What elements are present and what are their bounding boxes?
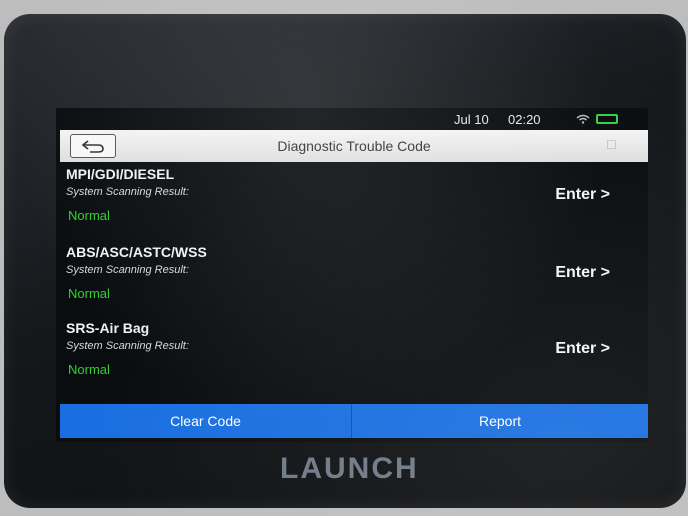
status-date: Jul 10 [454, 112, 489, 127]
status-time: 02:20 [508, 112, 541, 127]
battery-icon [596, 114, 618, 124]
list-item: MPI/GDI/DIESEL System Scanning Result: N… [56, 166, 648, 240]
report-button[interactable]: Report [352, 404, 648, 438]
enter-button[interactable]: Enter > [555, 264, 610, 282]
enter-button[interactable]: Enter > [555, 186, 610, 204]
system-name: ABS/ASC/ASTC/WSS [66, 244, 207, 260]
system-status: Normal [68, 362, 110, 377]
system-name: MPI/GDI/DIESEL [66, 166, 175, 182]
system-status: Normal [68, 208, 110, 223]
list-item: ABS/ASC/ASTC/WSS System Scanning Result:… [56, 244, 648, 318]
status-bar: Jul 10 02:20 [56, 108, 648, 130]
enter-button[interactable]: Enter > [555, 340, 610, 358]
clear-code-button[interactable]: Clear Code [60, 404, 352, 438]
title-bar: Diagnostic Trouble Code ☐ [60, 130, 648, 162]
action-bar: Clear Code Report [60, 404, 648, 438]
system-name: SRS-Air Bag [66, 320, 150, 336]
brand-logo: LAUNCH [280, 452, 419, 485]
system-subtitle: System Scanning Result: [66, 264, 189, 276]
page-title: Diagnostic Trouble Code [277, 138, 431, 154]
system-subtitle: System Scanning Result: [66, 186, 189, 198]
screen: Jul 10 02:20 Diagnostic Trouble Code ☐ M… [56, 108, 648, 442]
system-subtitle: System Scanning Result: [66, 340, 189, 352]
save-icon[interactable]: ☐ [606, 138, 624, 152]
wifi-icon [576, 114, 590, 124]
system-status: Normal [68, 286, 110, 301]
list-item: SRS-Air Bag System Scanning Result: Norm… [56, 320, 648, 394]
